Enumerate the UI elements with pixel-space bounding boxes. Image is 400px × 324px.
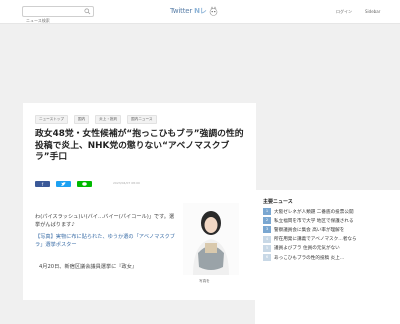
facebook-icon: f: [41, 181, 44, 187]
sidebar-news-item[interactable]: 4 所在用発に講義でアベノマスク…者なら: [263, 235, 393, 244]
rank-badge: 4: [263, 235, 271, 243]
photo-label: 写真を: [199, 279, 210, 283]
site-header: Twitter Nレ ログイン Sidebar: [0, 0, 400, 25]
search-input[interactable]: [23, 16, 81, 25]
photo-caption-link[interactable]: 【写真】実物に布に貼られた、ゆうか選の「アベノマスクブラ」選挙ポスター: [35, 234, 175, 249]
publish-time: 08:00: [131, 181, 140, 185]
breadcrumb-item[interactable]: 国内: [73, 115, 90, 124]
publish-date: 2023/04/07: [113, 181, 131, 185]
search-box[interactable]: [22, 6, 94, 25]
breadcrumb-item[interactable]: 炎上・批判: [95, 115, 122, 124]
rank-badge: 3: [263, 226, 271, 234]
candidate-photo: [183, 203, 239, 275]
article-title: 政女48党・女性候補が“抱っこひもブラ”強調の性的投稿で炎上、NHK党の懲りない…: [35, 129, 244, 162]
rank-badge: 6: [263, 254, 271, 262]
sidebar-news-title: あっこひもブラの性的投稿 炎上…: [274, 255, 345, 261]
sidebar-news-title: 警察議員会に集会 高い率が理解を: [274, 227, 345, 233]
signup-link[interactable]: Sidebar: [365, 9, 380, 14]
article-meta: 2023/04/07 08:00: [113, 181, 140, 185]
sidebar-list: 1 大阪ゼレネが人類題 二番底の投票公開 2 私立福岡を市で大学 地区で保護される …: [263, 207, 393, 262]
facebook-share-button[interactable]: f: [35, 181, 50, 187]
sidebar-news-item[interactable]: 6 あっこひもブラの性的投稿 炎上…: [263, 253, 393, 262]
sidebar-news-title: 私立福岡を市で大学 地区で保護される: [274, 218, 354, 224]
article-card: ニューストップ 国内 炎上・批判 国内ニュース 政女48党・女性候補が“抱っこひ…: [23, 103, 256, 300]
ad-area: [0, 25, 400, 103]
search-icon[interactable]: [84, 8, 91, 15]
logo-text: Twitter Nレ: [170, 7, 207, 15]
rank-badge: 2: [263, 217, 271, 225]
twitter-icon: [61, 182, 66, 186]
breadcrumb-item[interactable]: ニューストップ: [35, 115, 68, 124]
site-logo[interactable]: Twitter Nレ: [170, 5, 218, 17]
logo-mascot-icon: [209, 6, 217, 16]
login-link[interactable]: ログイン: [336, 9, 352, 15]
sidebar-news-title: 大阪ゼレネが人類題 二番底の投票公開: [274, 209, 354, 215]
rank-badge: 5: [263, 244, 271, 252]
share-buttons: f: [35, 181, 92, 187]
sidebar-news-item[interactable]: 1 大阪ゼレネが人類題 二番底の投票公開: [263, 207, 393, 216]
breadcrumb: ニューストップ 国内 炎上・批判 国内ニュース: [35, 115, 157, 124]
sidebar-news-title: 議員よびブラ 住員の元気がない: [274, 246, 340, 252]
article-body: 4月20日、新宿区議会議員選挙に『政女』: [39, 264, 138, 270]
rank-badge: 1: [263, 208, 271, 216]
line-icon: [82, 182, 87, 186]
line-share-button[interactable]: [77, 181, 92, 187]
sidebar-news-item[interactable]: 5 議員よびブラ 住員の元気がない: [263, 244, 393, 253]
sidebar-news-item[interactable]: 3 警察議員会に集会 高い率が理解を: [263, 225, 393, 234]
sidebar: 主要ニュース 1 大阪ゼレネが人類題 二番底の投票公開 2 私立福岡を市で大学 地区…: [255, 190, 400, 300]
sidebar-news-title: 所在用発に講義でアベノマスク…者なら: [274, 237, 357, 243]
sidebar-news-item[interactable]: 2 私立福岡を市で大学 地区で保護される: [263, 216, 393, 225]
article-lead: わ(パイスラッシュ)い(バイ…バイー(パイコール)」です。選挙がんばります♪: [35, 214, 175, 228]
breadcrumb-item[interactable]: 国内ニュース: [127, 115, 157, 124]
twitter-share-button[interactable]: [56, 181, 71, 187]
sidebar-title: 主要ニュース: [263, 199, 293, 205]
article-photo[interactable]: [183, 203, 239, 275]
